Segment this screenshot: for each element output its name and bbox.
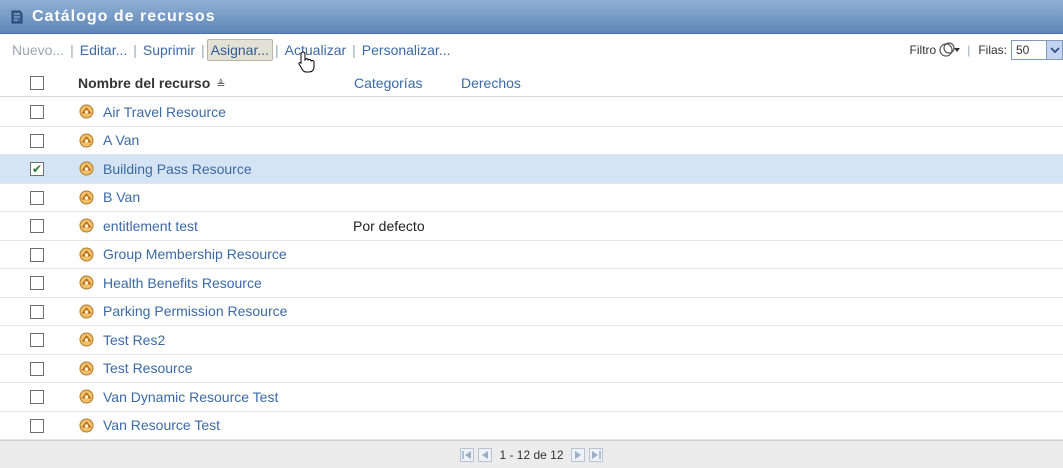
table-row[interactable]: ✔ Building Pass Resource [0,155,1063,184]
resource-name-link[interactable]: Air Travel Resource [103,104,226,120]
table-row[interactable]: A Van [0,127,1063,155]
rows-label: Filas: [978,43,1007,57]
resource-icon [79,304,94,319]
resource-name-link[interactable]: B Van [103,189,140,205]
checkmark-icon: ✔ [31,162,43,176]
new-button[interactable]: Nuevo... [8,42,68,58]
row-checkbox[interactable] [30,247,44,262]
first-page-icon[interactable] [460,447,475,462]
resource-icon [79,361,94,376]
column-header-categories[interactable]: Categorías [354,75,422,91]
row-checkbox[interactable] [30,418,44,433]
filter-controls: Filtro | Filas: 50 [910,34,1063,66]
table-row[interactable]: Group Membership Resource [0,241,1063,269]
row-checkbox[interactable] [30,219,44,233]
row-checkbox[interactable] [30,105,44,119]
resource-icon [79,190,94,205]
catalog-icon [10,10,24,24]
edit-button[interactable]: Editar... [76,42,131,58]
column-header-name-label: Nombre del recurso [78,74,211,91]
resource-icon [79,161,94,176]
resource-name-link[interactable]: Group Membership Resource [103,246,287,262]
pagination-text: 1 - 12 de 12 [499,447,564,462]
row-checkbox[interactable] [30,276,44,290]
resource-name-link[interactable]: A Van [103,132,139,148]
resource-name-link[interactable]: Parking Permission Resource [103,303,287,319]
chevron-down-icon [1046,41,1062,59]
resource-name-link[interactable]: Test Res2 [103,332,165,348]
rows-per-page-value: 50 [1016,43,1030,57]
row-checkbox[interactable] [30,304,44,319]
row-checkbox[interactable]: ✔ [30,162,44,176]
table-row[interactable]: entitlement test Por defecto [0,212,1063,241]
resource-icon [79,133,94,148]
table-row[interactable]: B Van [0,184,1063,212]
row-checkbox[interactable] [30,361,44,376]
sort-ascending-icon: ≜ [216,78,226,91]
toolbar-separator: | [133,42,137,58]
resource-icon [79,247,94,262]
table-row[interactable]: Air Travel Resource [0,98,1063,127]
toolbar-separator: | [967,43,971,57]
table-header: Nombre del recurso ≜ Categorías Derechos [0,69,1063,97]
resource-icon [79,275,94,290]
title-bar: Catálogo de recursos [0,0,1063,34]
toolbar-separator: | [352,42,356,58]
table-row[interactable]: Parking Permission Resource [0,298,1063,326]
table-row[interactable]: Test Res2 [0,326,1063,355]
last-page-icon[interactable] [588,447,603,462]
filter-icon[interactable] [939,42,961,58]
resource-category: Por defecto [353,217,425,234]
resource-icon [79,332,94,347]
resource-icon [79,389,94,404]
toolbar-separator: | [275,42,279,58]
table-row[interactable]: Van Dynamic Resource Test [0,383,1063,412]
pagination-bar: 1 - 12 de 12 [0,440,1063,468]
assign-button[interactable]: Asignar... [206,39,274,61]
resource-name-link[interactable]: Health Benefits Resource [103,275,262,291]
toolbar-separator: | [70,42,74,58]
select-all-checkbox[interactable] [30,76,44,90]
resource-icon [79,418,94,433]
resource-name-link[interactable]: entitlement test [103,218,198,234]
action-toolbar: Nuevo... | Editar... | Suprimir | Asigna… [0,34,1063,66]
resource-name-link[interactable]: Building Pass Resource [103,161,252,177]
delete-button[interactable]: Suprimir [139,42,199,58]
resource-name-link[interactable]: Van Resource Test [103,417,220,433]
next-page-icon[interactable] [570,447,585,462]
table-row[interactable]: Van Resource Test [0,412,1063,440]
row-checkbox[interactable] [30,333,44,347]
table-row[interactable]: Health Benefits Resource [0,269,1063,298]
resource-icon [79,104,94,119]
toolbar-separator: | [201,42,205,58]
resource-icon [79,218,94,233]
row-checkbox[interactable] [30,133,44,148]
column-header-name[interactable]: Nombre del recurso ≜ [78,75,225,91]
resource-table-body: Air Travel Resource A Van ✔ Building Pass R… [0,98,1063,440]
customize-button[interactable]: Personalizar... [358,42,455,58]
previous-page-icon[interactable] [478,447,493,462]
table-row[interactable]: Test Resource [0,355,1063,383]
row-checkbox[interactable] [30,190,44,205]
resource-name-link[interactable]: Van Dynamic Resource Test [103,389,278,405]
row-checkbox[interactable] [30,390,44,404]
rows-per-page-select[interactable]: 50 [1011,40,1063,60]
column-header-rights[interactable]: Derechos [461,75,521,91]
filter-label: Filtro [909,43,937,57]
window-title: Catálogo de recursos [32,7,216,25]
resource-name-link[interactable]: Test Resource [103,360,192,376]
